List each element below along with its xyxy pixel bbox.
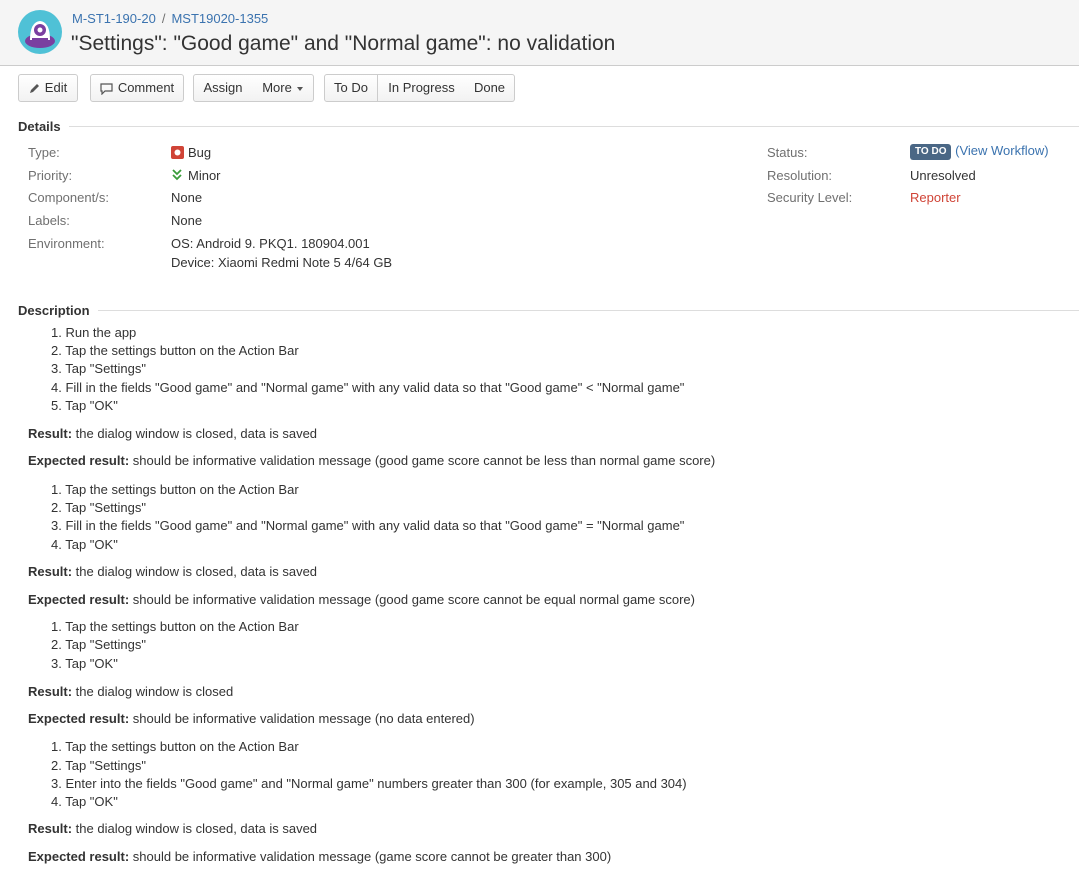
comment-button[interactable]: Comment	[90, 74, 184, 102]
assign-button-label: Assign	[203, 80, 243, 95]
result-line: Result: the dialog window is closed, dat…	[28, 564, 317, 579]
security-value: Reporter	[910, 190, 961, 205]
step-item: 3. Tap "Settings"	[51, 361, 146, 376]
expected-result-line: Expected result: should be informative v…	[28, 711, 475, 726]
view-workflow-link[interactable]: View Workflow	[959, 143, 1044, 158]
expected-result-text: should be informative validation message…	[129, 592, 695, 607]
result-label: Result:	[28, 426, 73, 441]
expected-result-label: Expected result:	[28, 453, 130, 468]
step-item: 1. Tap the settings button on the Action…	[51, 619, 299, 634]
step-item: 2. Tap the settings button on the Action…	[51, 343, 299, 358]
type-label: Type:	[28, 145, 60, 160]
status-label: Status:	[767, 145, 808, 160]
priority-value-text: Minor	[188, 168, 221, 183]
expected-result-line: Expected result: should be informative v…	[28, 453, 715, 468]
step-item: 1. Tap the settings button on the Action…	[51, 739, 299, 754]
labels-label: Labels:	[28, 213, 70, 228]
result-line: Result: the dialog window is closed, dat…	[28, 426, 317, 441]
edit-button-label: Edit	[44, 80, 68, 95]
status-value: TO DO (View Workflow)	[910, 143, 1049, 160]
environment-line-2: Device: Xiaomi Redmi Note 5 4/64 GB	[171, 255, 393, 270]
step-item: 1. Run the app	[51, 325, 137, 340]
project-avatar-icon[interactable]	[18, 10, 62, 54]
expected-result-line: Expected result: should be informative v…	[28, 849, 611, 864]
step-item: 5. Tap "OK"	[51, 398, 118, 413]
step-item: 4. Tap "OK"	[51, 794, 118, 809]
issue-title[interactable]: "Settings": "Good game" and "Normal game…	[71, 32, 615, 56]
assign-button[interactable]: Assign	[193, 74, 253, 102]
components-label: Component/s:	[28, 190, 109, 205]
step-item: 2. Tap "Settings"	[51, 637, 146, 652]
result-line: Result: the dialog window is closed, dat…	[28, 821, 317, 836]
environment-line-1: OS: Android 9. PKQ1. 180904.001	[171, 236, 370, 251]
expected-result-text: should be informative validation message…	[129, 849, 612, 864]
description-heading[interactable]: Description	[18, 303, 98, 318]
step-item: 1. Tap the settings button on the Action…	[51, 482, 299, 497]
pencil-icon	[29, 84, 39, 94]
todo-button[interactable]: To Do	[324, 74, 378, 102]
result-line: Result: the dialog window is closed	[28, 684, 233, 699]
result-text: the dialog window is closed, data is sav…	[72, 564, 318, 579]
comment-button-label: Comment	[117, 80, 175, 95]
result-label: Result:	[28, 564, 73, 579]
step-item: 4. Tap "OK"	[51, 537, 118, 552]
expected-result-label: Expected result:	[28, 711, 130, 726]
priority-label: Priority:	[28, 168, 73, 183]
priority-value: Minor	[171, 168, 221, 183]
bug-icon	[171, 146, 184, 159]
type-value: Bug	[171, 145, 211, 160]
view-workflow-close-paren: )	[1044, 143, 1049, 158]
environment-label: Environment:	[28, 236, 105, 251]
status-badge: TO DO	[910, 144, 952, 160]
description-divider	[18, 310, 1079, 311]
result-label: Result:	[28, 684, 73, 699]
type-value-text: Bug	[188, 145, 212, 160]
edit-button[interactable]: Edit	[18, 74, 78, 102]
in-progress-button-label: In Progress	[388, 80, 455, 95]
done-button-label: Done	[473, 80, 506, 95]
step-item: 3. Fill in the fields "Good game" and "N…	[51, 518, 685, 533]
comment-icon	[100, 82, 113, 95]
issue-header: M-ST1-190-20 / MST19020-1355 "Settings": "…	[0, 0, 1079, 66]
in-progress-button[interactable]: In Progress	[378, 74, 466, 102]
expected-result-label: Expected result:	[28, 592, 130, 607]
step-item: 2. Tap "Settings"	[51, 500, 146, 515]
result-text: the dialog window is closed, data is sav…	[72, 426, 318, 441]
step-item: 4. Fill in the fields "Good game" and "N…	[51, 380, 685, 395]
more-button[interactable]: More	[252, 74, 314, 102]
breadcrumb-project-link[interactable]: M-ST1-190-20	[72, 11, 156, 26]
details-divider	[18, 126, 1079, 127]
security-label: Security Level:	[767, 190, 853, 205]
step-item: 3. Tap "OK"	[51, 656, 118, 671]
resolution-value: Unresolved	[910, 168, 976, 183]
more-button-label: More	[262, 80, 292, 95]
resolution-label: Resolution:	[767, 168, 833, 183]
breadcrumb-issue-key-link[interactable]: MST19020-1355	[171, 11, 268, 26]
details-heading[interactable]: Details	[18, 119, 69, 134]
result-text: the dialog window is closed	[72, 684, 234, 699]
expected-result-text: should be informative validation message…	[129, 453, 716, 468]
expected-result-line: Expected result: should be informative v…	[28, 592, 695, 607]
breadcrumb: M-ST1-190-20 / MST19020-1355	[72, 11, 268, 26]
expected-result-text: should be informative validation message…	[129, 711, 475, 726]
step-item: 3. Enter into the fields "Good game" and…	[51, 776, 687, 791]
todo-button-label: To Do	[334, 80, 368, 95]
labels-value[interactable]: None	[171, 213, 202, 228]
expected-result-label: Expected result:	[28, 849, 130, 864]
components-value: None	[171, 190, 203, 205]
result-label: Result:	[28, 821, 73, 836]
minor-priority-icon	[172, 169, 182, 181]
step-item: 2. Tap "Settings"	[51, 758, 146, 773]
result-text: the dialog window is closed, data is sav…	[72, 821, 318, 836]
done-button[interactable]: Done	[465, 74, 515, 102]
breadcrumb-separator: /	[161, 11, 166, 26]
chevron-down-icon	[296, 86, 303, 91]
